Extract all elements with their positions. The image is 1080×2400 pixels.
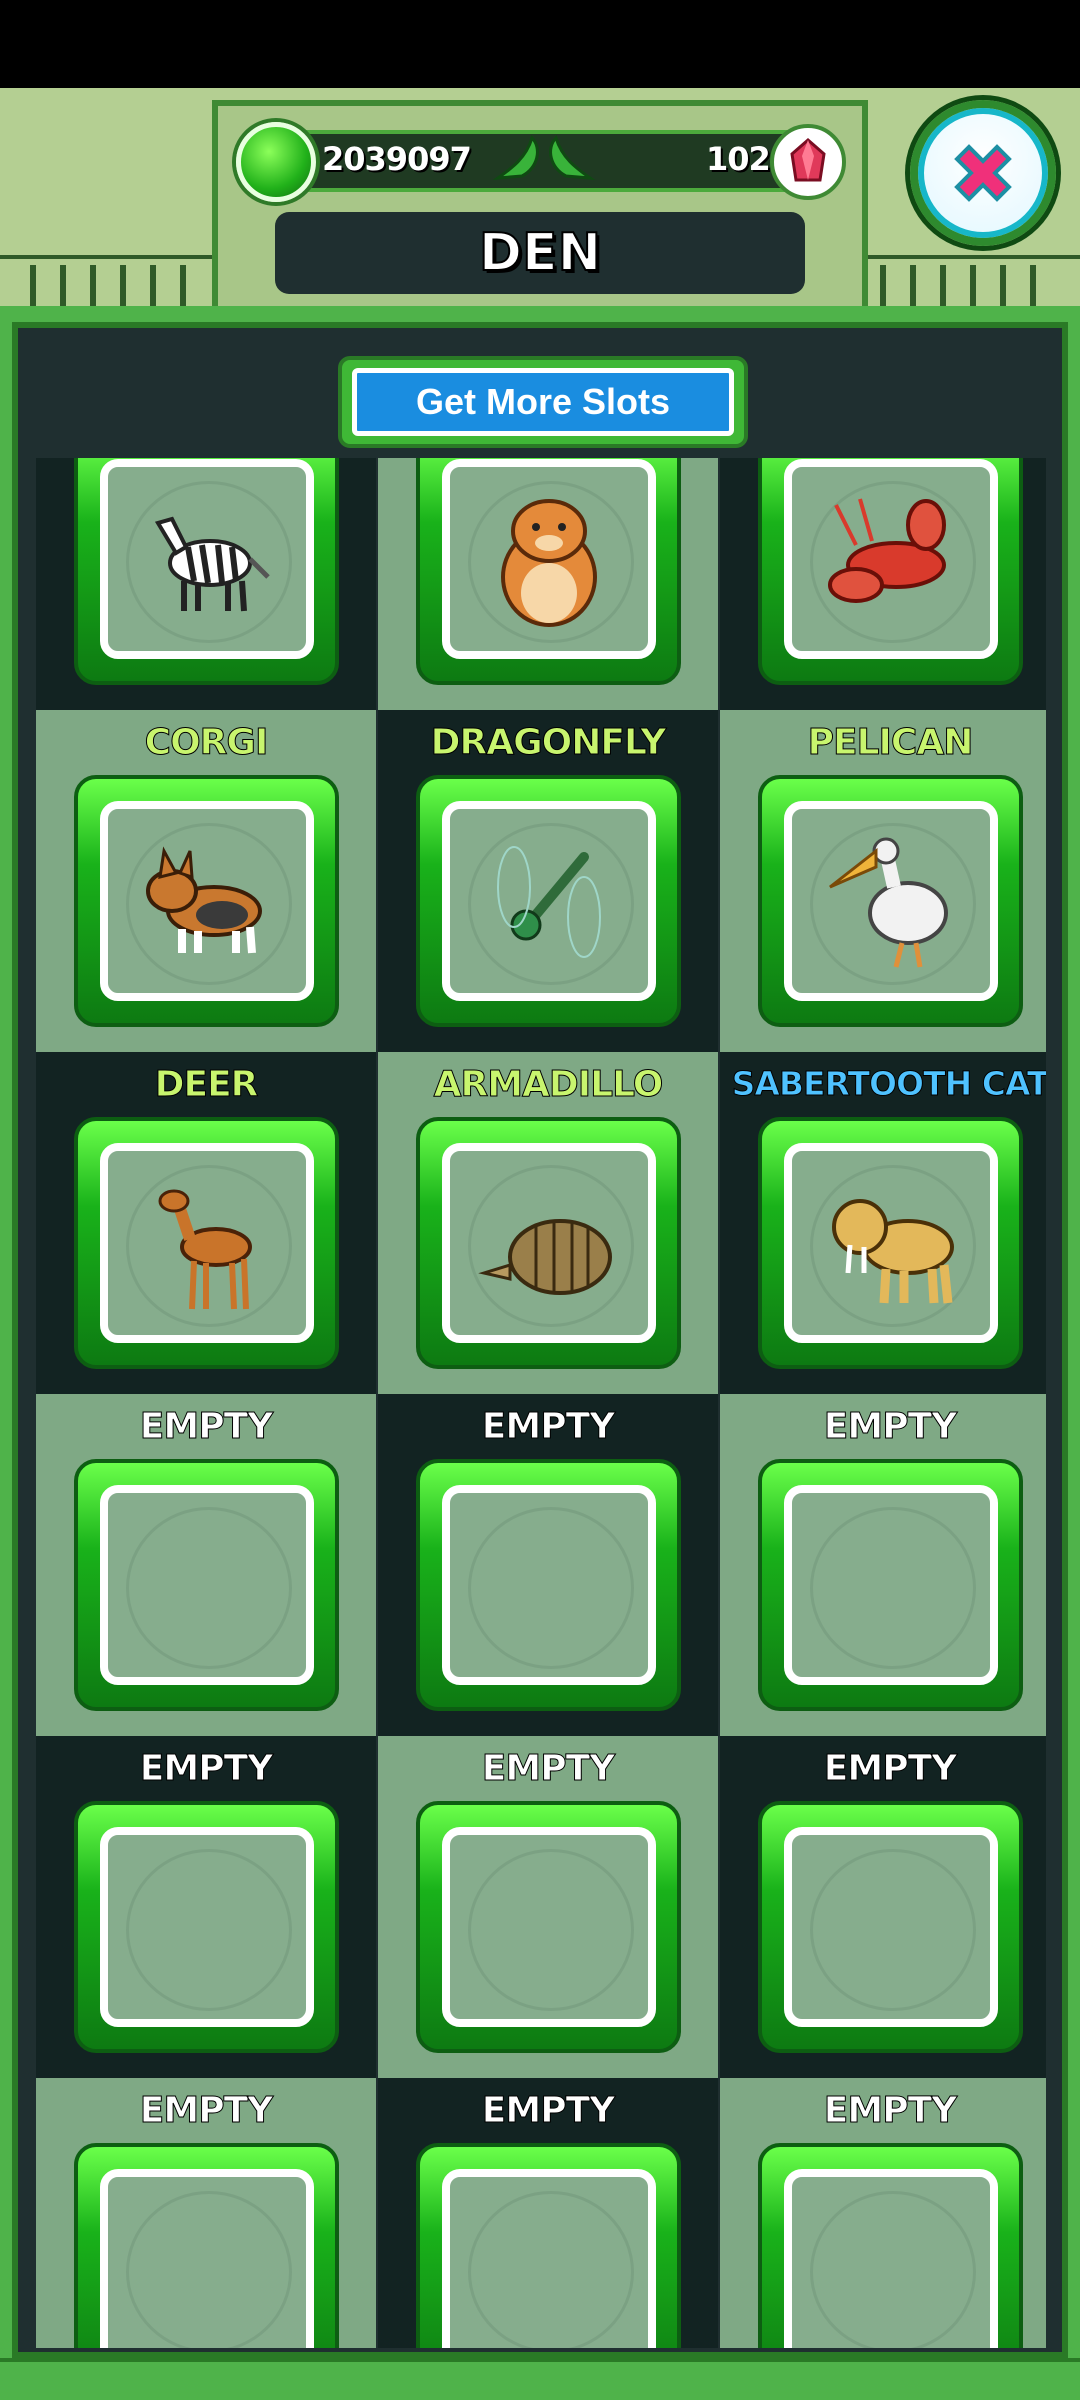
slot-name-label: EMPTY <box>823 2090 957 2132</box>
close-icon <box>954 144 1012 202</box>
slot-frame <box>416 1117 681 1369</box>
slot-hamster[interactable] <box>378 458 718 710</box>
slot-frame-inner <box>442 801 656 1001</box>
slot-frame <box>416 1801 681 2053</box>
slot-empty[interactable]: EMPTY <box>378 2078 718 2348</box>
lobster-icon <box>828 497 946 603</box>
slot-frame-inner <box>442 1143 656 1343</box>
slot-empty[interactable]: EMPTY <box>36 2078 376 2348</box>
slot-name-label: PELICAN <box>807 722 974 764</box>
slot-frame <box>416 1459 681 1711</box>
slot-frame <box>416 775 681 1027</box>
dragonfly-icon <box>474 827 624 977</box>
slot-corgi[interactable]: CORGI <box>36 710 376 1052</box>
slot-frame <box>74 1459 339 1711</box>
slot-empty[interactable]: EMPTY <box>378 1736 718 2078</box>
slot-frame <box>416 2143 681 2348</box>
slot-frame-inner <box>442 1485 656 1685</box>
slot-frame <box>758 2143 1023 2348</box>
slot-frame-inner <box>784 1485 998 1685</box>
slot-frame-inner <box>442 459 656 659</box>
slot-name-label: EMPTY <box>139 2090 273 2132</box>
red-gem-icon <box>770 124 846 200</box>
slot-frame-inner <box>784 1143 998 1343</box>
hamster-icon <box>501 499 597 627</box>
slot-frame-inner <box>100 1485 314 1685</box>
get-more-slots-button[interactable]: Get More Slots <box>352 368 734 436</box>
status-bar <box>0 0 1080 88</box>
slot-name-label: EMPTY <box>481 1748 615 1790</box>
slot-frame <box>758 1801 1023 2053</box>
slot-frame-inner <box>100 1827 314 2027</box>
slot-frame <box>758 775 1023 1027</box>
zebra-icon <box>132 485 282 635</box>
slot-frame <box>758 1459 1023 1711</box>
armadillo-icon <box>482 1219 612 1295</box>
slot-empty[interactable]: EMPTY <box>36 1736 376 2078</box>
slot-lobster[interactable] <box>720 458 1046 710</box>
slot-frame <box>74 2143 339 2348</box>
slot-frame <box>416 458 681 685</box>
deer-icon <box>132 1169 282 1319</box>
slot-name-label: EMPTY <box>823 1406 957 1448</box>
green-gem-icon <box>236 122 316 202</box>
slot-zebra[interactable] <box>36 458 376 710</box>
slot-frame-inner <box>784 801 998 1001</box>
slot-empty[interactable]: EMPTY <box>378 1394 718 1736</box>
animal-slot-grid: CORGI DRAGONFLY PELICAN DEER ARMADILLO SABERT… <box>36 458 1046 2348</box>
slot-frame <box>74 775 339 1027</box>
slot-name-label: EMPTY <box>481 1406 615 1448</box>
slot-frame <box>758 458 1023 685</box>
slot-frame <box>74 1801 339 2053</box>
slot-name-label: EMPTY <box>139 1406 273 1448</box>
page-title-plate: DEN <box>275 212 805 294</box>
slot-pelican[interactable]: PELICAN <box>720 710 1046 1052</box>
slot-name-label: SABERTOOTH CAT <box>731 1064 1046 1104</box>
slot-name-label: EMPTY <box>139 1748 273 1790</box>
slot-empty[interactable]: EMPTY <box>720 1736 1046 2078</box>
slot-frame-inner <box>100 459 314 659</box>
corgi-icon <box>132 827 282 977</box>
slot-frame <box>74 458 339 685</box>
slot-frame-inner <box>100 1143 314 1343</box>
slot-sabertooth-cat[interactable]: SABERTOOTH CAT <box>720 1052 1046 1394</box>
slot-name-label: EMPTY <box>823 1748 957 1790</box>
slot-dragonfly[interactable]: DRAGONFLY <box>378 710 718 1052</box>
close-button[interactable] <box>910 100 1056 246</box>
page-title: DEN <box>478 222 602 284</box>
panel-bottom-border <box>0 2358 1080 2400</box>
slot-frame-inner <box>784 2169 998 2348</box>
slot-frame-inner <box>442 2169 656 2348</box>
coin-count: 2039097 <box>322 140 472 178</box>
slot-empty[interactable]: EMPTY <box>36 1394 376 1736</box>
slot-frame-inner <box>100 2169 314 2348</box>
slot-name-label: DEER <box>154 1064 259 1106</box>
slot-name-label: EMPTY <box>481 2090 615 2132</box>
slot-empty[interactable]: EMPTY <box>720 1394 1046 1736</box>
gem-count: 102 <box>706 140 771 178</box>
sabertooth-cat-icon <box>816 1169 966 1319</box>
slot-empty[interactable]: EMPTY <box>720 2078 1046 2348</box>
slot-frame-inner <box>442 1827 656 2027</box>
slot-frame <box>758 1117 1023 1369</box>
slot-armadillo[interactable]: ARMADILLO <box>378 1052 718 1394</box>
slot-name-label: CORGI <box>144 722 269 764</box>
slot-frame-inner <box>100 801 314 1001</box>
slot-name-label: DRAGONFLY <box>430 722 667 764</box>
slot-frame-inner <box>784 459 998 659</box>
slot-name-label: ARMADILLO <box>433 1064 664 1106</box>
pelican-icon <box>816 827 966 977</box>
slot-deer[interactable]: DEER <box>36 1052 376 1394</box>
slot-frame <box>74 1117 339 1369</box>
leaf-ornament-icon <box>549 135 596 180</box>
slot-frame-inner <box>784 1827 998 2027</box>
